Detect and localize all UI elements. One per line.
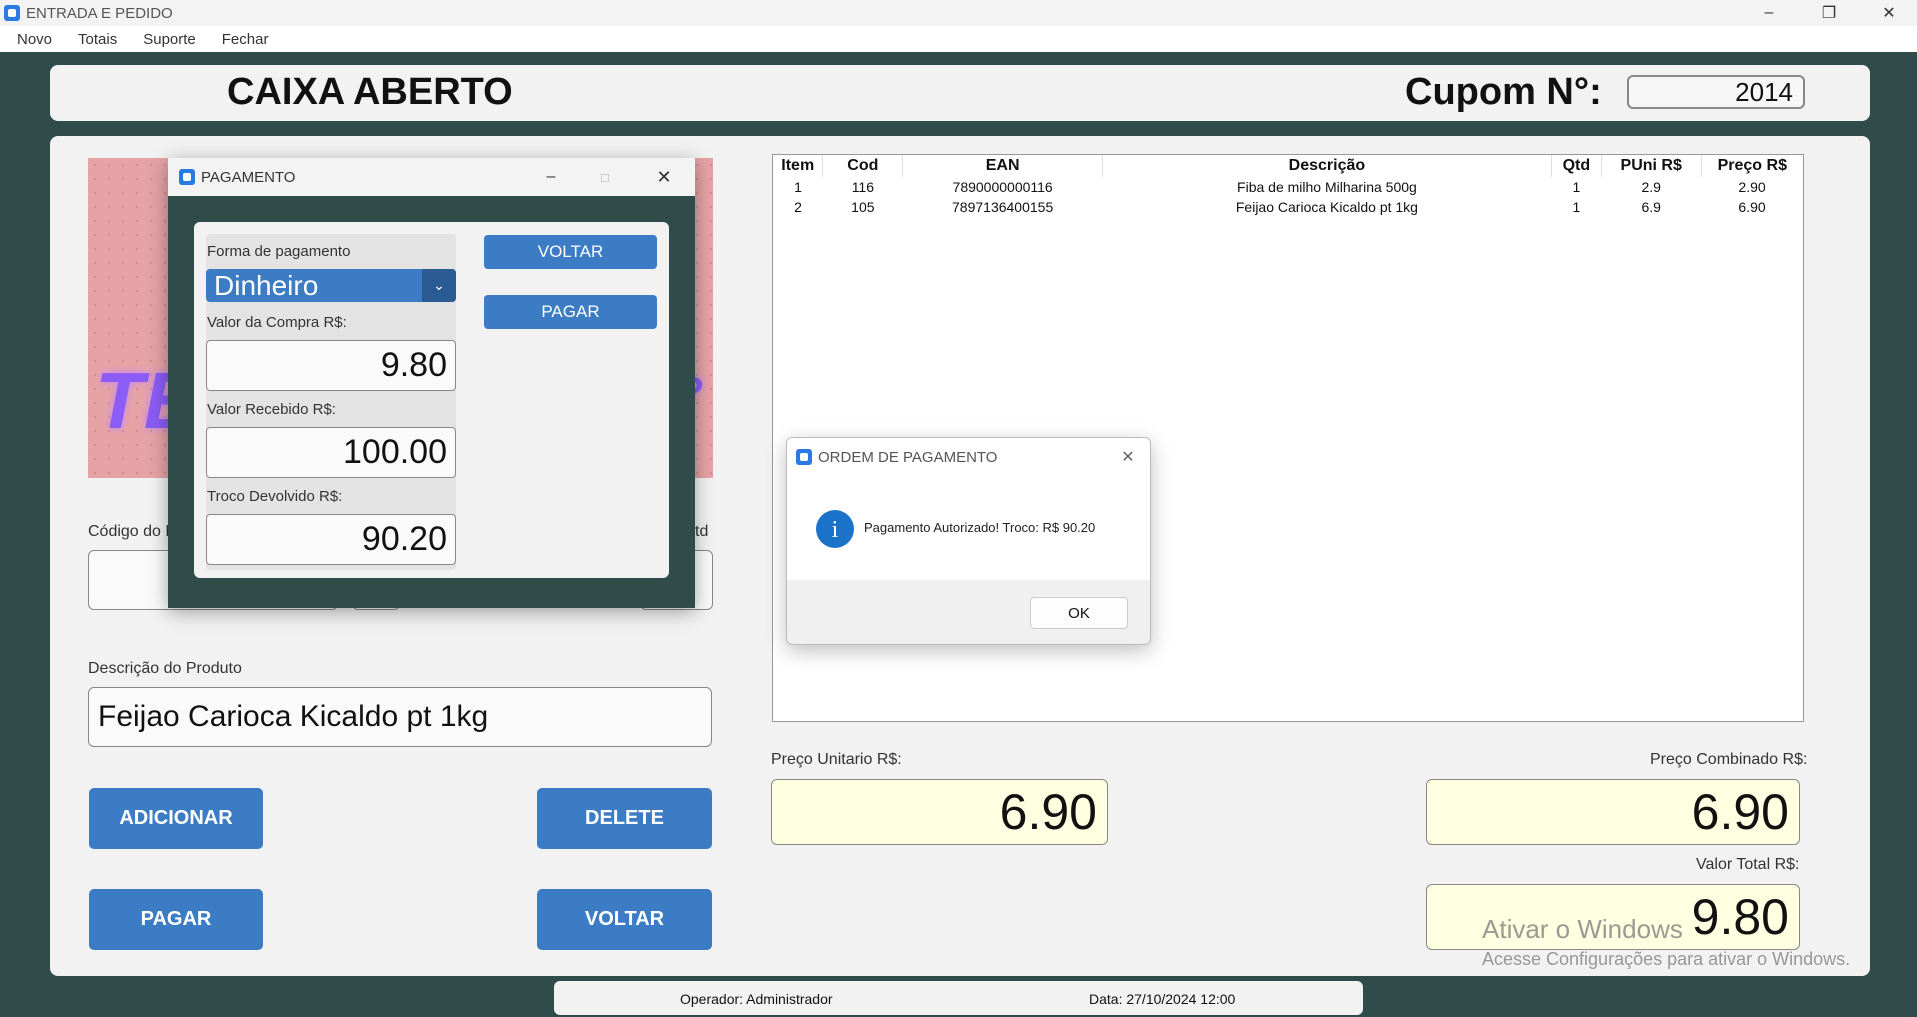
qtd-label: td (695, 523, 709, 540)
app-icon (4, 5, 20, 21)
valor-total-label: Valor Total R$: (1696, 856, 1800, 873)
col-ean[interactable]: EAN (902, 155, 1103, 177)
preco-unitario-field[interactable]: 6.90 (771, 779, 1108, 845)
cell: 105 (851, 199, 875, 215)
status-bar (554, 981, 1363, 1015)
cell: 7897136400155 (952, 199, 1054, 215)
pagamento-window: PAGAMENTO – □ ✕ Forma de pagamento Dinhe… (168, 158, 695, 608)
ok-button[interactable]: OK (1030, 597, 1128, 629)
pagar-button[interactable]: PAGAR (89, 889, 263, 950)
compra-field[interactable]: 9.80 (206, 340, 456, 391)
dialog-title: ORDEM DE PAGAMENTO (818, 448, 998, 466)
app-icon (796, 449, 812, 465)
minimize-icon[interactable]: – (1746, 0, 1792, 26)
dialog-message: Pagamento Autorizado! Troco: R$ 90.20 (864, 520, 1096, 535)
cell: Feijao Carioca Kicaldo pt 1kg (1235, 199, 1418, 215)
maximize-icon[interactable]: □ (582, 164, 628, 190)
svg-text:i: i (832, 517, 839, 543)
pagamento-pagar-button[interactable]: PAGAR (484, 295, 657, 329)
menu-novo[interactable]: Novo (17, 31, 52, 48)
col-cod[interactable]: Cod (822, 155, 904, 177)
close-icon[interactable]: ✕ (641, 164, 687, 190)
cell: 1 (1572, 199, 1581, 215)
title-bar: ENTRADA E PEDIDO – ❐ ✕ (0, 0, 1917, 26)
forma-value: Dinheiro (214, 270, 319, 301)
app-icon (179, 169, 195, 185)
troco-field[interactable]: 90.20 (206, 514, 456, 565)
close-icon[interactable]: ✕ (1105, 444, 1150, 470)
pagamento-voltar-button[interactable]: VOLTAR (484, 235, 657, 269)
col-qtd[interactable]: Qtd (1551, 155, 1602, 177)
table-row[interactable]: 2 105 7897136400155 Feijao Carioca Kical… (773, 197, 1803, 217)
cell: 7890000000116 (952, 179, 1053, 195)
cupom-number-field[interactable]: 2014 (1627, 75, 1805, 109)
dialog-title-bar: ORDEM DE PAGAMENTO ✕ (787, 438, 1150, 476)
cell: 116 (851, 179, 875, 195)
preco-unitario-label: Preço Unitario R$: (771, 751, 902, 768)
cell: 6.9 (1641, 199, 1661, 215)
forma-select[interactable]: Dinheiro ⌄ (206, 269, 456, 302)
recebido-label: Valor Recebido R$: (207, 401, 336, 418)
pagamento-title-bar: PAGAMENTO – □ ✕ (168, 158, 695, 196)
voltar-button[interactable]: VOLTAR (537, 889, 712, 950)
col-preco[interactable]: Preço R$ (1701, 155, 1803, 177)
cupom-label: Cupom N°: (1405, 71, 1602, 113)
data-text: Data: 27/10/2024 12:00 (1089, 991, 1236, 1007)
menu-bar: Novo Totais Suporte Fechar (0, 26, 1917, 52)
info-icon: i (816, 510, 854, 548)
operador-text: Operador: Administrador (680, 991, 833, 1007)
table-row[interactable]: 1 116 7890000000116 Fiba de milho Milhar… (773, 177, 1803, 197)
codigo-label: Código do P (88, 523, 177, 540)
descricao-label: Descrição do Produto (88, 660, 242, 677)
cell: 6.90 (1738, 199, 1766, 215)
cell: 2.90 (1738, 179, 1766, 195)
cell: 2.9 (1641, 179, 1661, 195)
forma-label: Forma de pagamento (207, 243, 351, 260)
cell: 1 (1572, 179, 1581, 195)
col-descricao[interactable]: Descrição (1102, 155, 1552, 177)
cell: Fiba de milho Milharina 500g (1237, 179, 1417, 195)
cell: 2 (794, 199, 802, 215)
restore-icon[interactable]: ❐ (1806, 0, 1852, 26)
preco-combinado-field[interactable]: 6.90 (1426, 779, 1800, 845)
close-icon[interactable]: ✕ (1866, 0, 1912, 26)
activation-watermark-text: Acesse Configurações para ativar o Windo… (1482, 949, 1851, 969)
pagamento-panel: Forma de pagamento Dinheiro ⌄ Valor da C… (194, 222, 669, 578)
minimize-icon[interactable]: – (528, 164, 574, 190)
window-title: ENTRADA E PEDIDO (26, 4, 173, 22)
delete-button[interactable]: DELETE (537, 788, 712, 849)
chevron-down-icon[interactable]: ⌄ (422, 269, 456, 302)
menu-totais[interactable]: Totais (78, 31, 117, 48)
pagamento-title: PAGAMENTO (201, 168, 296, 186)
menu-fechar[interactable]: Fechar (222, 31, 269, 48)
compra-label: Valor da Compra R$: (207, 314, 347, 331)
menu-suporte[interactable]: Suporte (143, 31, 196, 48)
col-item[interactable]: Item (773, 155, 824, 177)
table-header-row: Item Cod EAN Descrição Qtd PUni R$ Preço… (773, 155, 1803, 177)
preco-combinado-label: Preço Combinado R$: (1650, 751, 1808, 768)
col-puni[interactable]: PUni R$ (1601, 155, 1702, 177)
caixa-status: CAIXA ABERTO (227, 71, 513, 113)
troco-label: Troco Devolvido R$: (207, 488, 343, 505)
recebido-field[interactable]: 100.00 (206, 427, 456, 478)
activation-watermark-title: Ativar o Windows (1482, 914, 1683, 944)
adicionar-button[interactable]: ADICIONAR (89, 788, 263, 849)
descricao-field[interactable]: Feijao Carioca Kicaldo pt 1kg (88, 687, 712, 747)
cell: 1 (794, 179, 802, 195)
